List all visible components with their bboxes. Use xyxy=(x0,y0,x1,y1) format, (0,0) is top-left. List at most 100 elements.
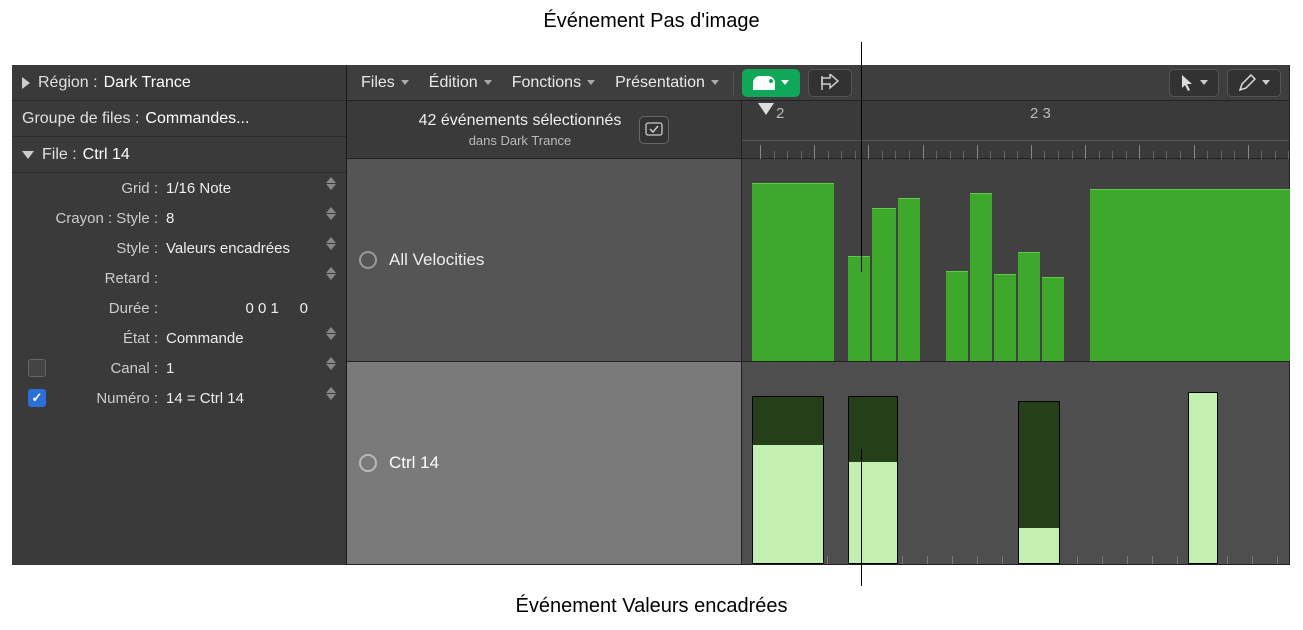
grid-label: Grid : xyxy=(12,180,164,197)
app-window: Région : Dark Trance Groupe de files : C… xyxy=(12,65,1290,565)
ruler-ticks xyxy=(742,140,1289,158)
pencil-value: 8 xyxy=(164,210,326,227)
velocity-bar[interactable] xyxy=(848,256,870,361)
param-style[interactable]: Style : Valeurs encadrées xyxy=(12,233,346,263)
editor-toolbar: Files Édition Fonctions Présentation xyxy=(347,65,1289,101)
separator xyxy=(733,71,734,95)
region-value: Dark Trance xyxy=(104,74,191,92)
edit-menu[interactable]: Édition xyxy=(423,70,498,96)
number-value: 14 = Ctrl 14 xyxy=(164,390,326,407)
selection-region: dans Dark Trance xyxy=(419,133,622,148)
pencil-label: Crayon : Style : xyxy=(12,210,164,227)
velocity-bar[interactable] xyxy=(970,193,992,361)
playhead-icon[interactable] xyxy=(758,103,774,115)
param-pencil-style[interactable]: Crayon : Style : 8 xyxy=(12,203,346,233)
file-value: Ctrl 14 xyxy=(83,146,130,164)
chevron-down-icon xyxy=(1200,80,1208,85)
number-label: Numéro : xyxy=(54,390,164,407)
velocity-bar[interactable] xyxy=(898,198,920,361)
style-value: Valeurs encadrées xyxy=(164,240,326,257)
selection-dropdown-button[interactable] xyxy=(639,116,669,144)
stepper-icon[interactable] xyxy=(326,177,338,199)
length-label: Durée : xyxy=(12,300,164,317)
pencil-icon xyxy=(1238,74,1256,92)
stepper-icon[interactable] xyxy=(326,267,338,289)
param-state[interactable]: État : Commande xyxy=(12,323,346,353)
stepper-icon[interactable] xyxy=(326,387,338,409)
lane-name-velocities: All Velocities xyxy=(389,250,484,270)
stepper-icon[interactable] xyxy=(326,237,338,259)
velocity-bar[interactable] xyxy=(1042,277,1064,361)
callout-top-label: Événement Pas d'image xyxy=(0,10,1303,33)
group-value: Commandes... xyxy=(145,110,249,128)
pointer-icon xyxy=(1180,74,1194,92)
param-delay[interactable]: Retard : xyxy=(12,263,346,293)
group-header[interactable]: Groupe de files : Commandes... xyxy=(12,101,346,137)
disclosure-down-icon xyxy=(22,151,34,159)
callout-line-bottom xyxy=(861,449,862,586)
functions-label: Fonctions xyxy=(512,74,581,92)
velocity-bar[interactable] xyxy=(1018,252,1040,361)
file-label: File : xyxy=(42,146,77,164)
catch-playhead-button[interactable] xyxy=(808,69,852,97)
file-header[interactable]: File : Ctrl 14 xyxy=(12,137,346,173)
chevron-down-icon xyxy=(401,80,409,85)
files-menu[interactable]: Files xyxy=(355,70,415,96)
midi-in-button[interactable] xyxy=(742,69,800,97)
lane-dot-icon xyxy=(359,454,377,472)
chevron-down-icon xyxy=(781,80,789,85)
view-label: Présentation xyxy=(615,74,705,92)
pencil-tool-button[interactable] xyxy=(1227,69,1281,97)
stepper-icon[interactable] xyxy=(326,207,338,229)
param-number[interactable]: Numéro : 14 = Ctrl 14 xyxy=(12,383,346,413)
ruler-marker-right: 2 3 xyxy=(1030,105,1051,122)
lane-velocities: All Velocities xyxy=(347,159,1289,362)
number-checkbox[interactable] xyxy=(28,389,46,407)
chevron-down-icon xyxy=(711,80,719,85)
stepper-icon[interactable] xyxy=(326,357,338,379)
dropdown-check-icon xyxy=(645,122,663,138)
velocity-bar[interactable] xyxy=(1090,189,1290,361)
lane-header-velocities[interactable]: All Velocities xyxy=(347,159,742,361)
velocity-bar[interactable] xyxy=(994,274,1016,361)
region-label: Région : xyxy=(38,74,98,92)
view-menu[interactable]: Présentation xyxy=(609,70,725,96)
chevron-down-icon xyxy=(484,80,492,85)
ctrl-event-border xyxy=(1188,392,1218,564)
stepper-icon[interactable] xyxy=(326,327,338,349)
lane-name-ctrl14: Ctrl 14 xyxy=(389,453,439,473)
pointer-tool-button[interactable] xyxy=(1169,69,1219,97)
ctrl-event-border xyxy=(752,396,824,564)
info-ruler-row: 42 événements sélectionnés dans Dark Tra… xyxy=(347,101,1289,159)
channel-checkbox[interactable] xyxy=(28,359,46,377)
time-ruler[interactable]: 2 2 3 xyxy=(742,101,1289,158)
grid-value: 1/16 Note xyxy=(164,180,326,197)
param-length[interactable]: Durée : 0 0 1 0 xyxy=(12,293,346,323)
length-value: 0 0 1 0 xyxy=(164,300,340,317)
group-label: Groupe de files : xyxy=(22,110,139,128)
lane-body-ctrl14[interactable] xyxy=(742,362,1289,564)
files-label: Files xyxy=(361,74,395,92)
channel-label: Canal : xyxy=(54,360,164,377)
velocity-bar[interactable] xyxy=(752,183,834,361)
lane-dot-icon xyxy=(359,251,377,269)
callout-bottom-label: Événement Valeurs encadrées xyxy=(0,595,1303,618)
param-channel[interactable]: Canal : 1 xyxy=(12,353,346,383)
velocity-bar[interactable] xyxy=(872,208,896,361)
lane-header-ctrl14[interactable]: Ctrl 14 xyxy=(347,362,742,564)
delay-label: Retard : xyxy=(12,270,164,287)
chevron-down-icon xyxy=(1262,80,1270,85)
edit-label: Édition xyxy=(429,74,478,92)
lane-body-velocities[interactable] xyxy=(742,159,1289,361)
selection-count: 42 événements sélectionnés xyxy=(419,112,622,130)
callout-line-top xyxy=(861,42,862,272)
region-header[interactable]: Région : Dark Trance xyxy=(12,65,346,101)
disclosure-right-icon xyxy=(22,77,30,89)
selection-info: 42 événements sélectionnés dans Dark Tra… xyxy=(347,101,742,158)
lanes-area: All Velocities Ctrl 14 xyxy=(347,159,1289,565)
param-grid[interactable]: Grid : 1/16 Note xyxy=(12,173,346,203)
velocity-bar[interactable] xyxy=(946,271,968,361)
functions-menu[interactable]: Fonctions xyxy=(506,70,601,96)
style-label: Style : xyxy=(12,240,164,257)
channel-value: 1 xyxy=(164,360,326,377)
